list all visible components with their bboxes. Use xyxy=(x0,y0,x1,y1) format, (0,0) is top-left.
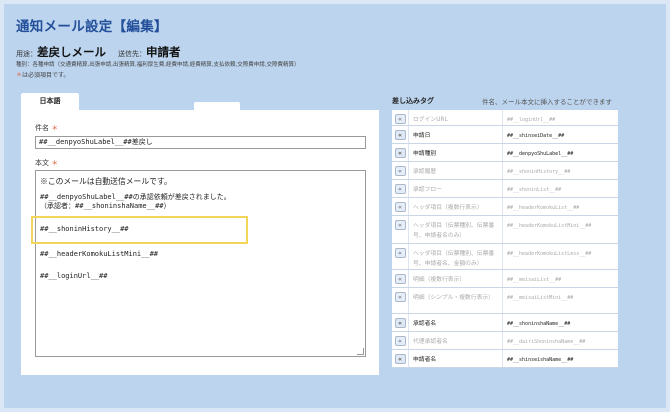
subject-label-row: 件名 ＊ xyxy=(35,123,58,133)
tag-name: 明細（シンプル・複数行表示） xyxy=(408,288,502,313)
insert-tag-button[interactable]: « xyxy=(392,180,408,197)
tag-code: ##__shinseishaName__## xyxy=(502,350,618,367)
body-label: 本文 xyxy=(35,159,49,167)
body-required-mark: ＊ xyxy=(51,159,59,167)
chevrons-left-icon: « xyxy=(394,336,406,346)
body-line: （承認者：##__shoninshaName__##） xyxy=(40,202,171,210)
insert-tag-button[interactable]: « xyxy=(392,350,408,367)
tag-name: ヘッダ項目（複数行表示） xyxy=(408,198,502,215)
insert-tag-button[interactable]: « xyxy=(392,244,408,269)
tag-code: ##__meisaiListMini__## xyxy=(502,288,618,313)
tag-row: «代理承認者名 ##__dairiShoninshaName__## xyxy=(392,332,618,350)
body-line: ##__loginUrl__## xyxy=(40,272,108,280)
tag-row: «承認履歴 ##__shoninHistory__## xyxy=(392,162,618,180)
chevrons-left-icon: « xyxy=(394,292,406,302)
page-title: 通知メール設定【編集】 xyxy=(16,19,168,35)
tag-name: 承認者名 xyxy=(408,314,502,331)
tag-row: «ヘッダ項目（伝票種別、伝票番号、申請者名、金額のみ） ##__headerKom… xyxy=(392,244,618,270)
chevrons-left-icon: « xyxy=(394,130,406,140)
tag-row: «申請日 ##__shinseiDate__## xyxy=(392,126,618,144)
purpose-label: 用途： xyxy=(16,50,37,58)
chevrons-left-icon: « xyxy=(394,248,406,258)
type-line: 種別：各種申請（交通費精算,出張申請,出張精算,福利厚生費,経費申請,経費精算,… xyxy=(16,60,300,68)
tag-name: 承認フロー xyxy=(408,180,502,197)
recipient-value: 申請者 xyxy=(146,45,181,59)
insert-tag-button[interactable]: « xyxy=(392,270,408,287)
tag-code: ##__loginUrl__## xyxy=(502,110,618,125)
tags-title: 差し込みタグ xyxy=(392,97,434,105)
chevrons-left-icon: « xyxy=(394,114,406,124)
subject-input[interactable]: ##__denpyoShuLabel__##差戻し xyxy=(35,136,366,149)
chevrons-left-icon: « xyxy=(394,354,406,364)
insert-tag-button[interactable]: « xyxy=(392,314,408,331)
tag-name: ヘッダ項目（伝票種別、伝票番号、申請者名、金額のみ） xyxy=(408,244,502,269)
subject-label: 件名 xyxy=(35,124,49,132)
tag-row: «ヘッダ項目（伝票種別、伝票番号、申請者名のみ） ##__headerKomoku… xyxy=(392,216,618,244)
tag-code: ##__headerKomokuList__## xyxy=(502,198,618,215)
tag-name: 申請種別 xyxy=(408,144,502,161)
chevrons-left-icon: « xyxy=(394,274,406,284)
subject-required-mark: ＊ xyxy=(51,124,59,132)
tag-name: ヘッダ項目（伝票種別、伝票番号、申請者名のみ） xyxy=(408,216,502,243)
tab-japanese[interactable]: 日本語 xyxy=(21,93,79,110)
tag-row: «申請者名 ##__shinseishaName__## xyxy=(392,350,618,368)
body-line: ※このメールは自動送信メールです。 xyxy=(40,177,172,186)
tab-secondary[interactable] xyxy=(194,102,240,110)
tag-code: ##__shoninHistory__## xyxy=(502,162,618,179)
chevrons-left-icon: « xyxy=(394,148,406,158)
body-textarea[interactable]: ※このメールは自動送信メールです。 ##__denpyoShuLabel__##… xyxy=(35,170,366,357)
chevrons-left-icon: « xyxy=(394,202,406,212)
tag-row: «明細（複数行表示） ##__meisaiList__## xyxy=(392,270,618,288)
tag-row: «申請種別 ##__denpyoShuLabel__## xyxy=(392,144,618,162)
tag-code: ##__dairiShoninshaName__## xyxy=(502,332,618,349)
type-label: 種別： xyxy=(16,62,33,68)
insert-tag-button[interactable]: « xyxy=(392,288,408,313)
highlight-box xyxy=(31,216,248,244)
tag-code: ##__denpyoShuLabel__## xyxy=(502,144,618,161)
tag-name: 明細（複数行表示） xyxy=(408,270,502,287)
insert-tag-button[interactable]: « xyxy=(392,216,408,243)
chevrons-left-icon: « xyxy=(394,184,406,194)
tag-name: 代理承認者名 xyxy=(408,332,502,349)
insert-tag-button[interactable]: « xyxy=(392,110,408,125)
tag-code: ##__meisaiList__## xyxy=(502,270,618,287)
chevrons-left-icon: « xyxy=(394,318,406,328)
body-label-row: 本文 ＊ xyxy=(35,158,58,168)
purpose-value: 差戻しメール xyxy=(37,45,106,59)
chevrons-left-icon: « xyxy=(394,166,406,176)
tag-code: ##__shoninshaName__## xyxy=(502,314,618,331)
recipient-label: 送信先： xyxy=(118,50,146,58)
tag-row: «明細（シンプル・複数行表示） ##__meisaiListMini__## xyxy=(392,288,618,314)
tag-name: 申請者名 xyxy=(408,350,502,367)
tag-row: «承認者名 ##__shoninshaName__## xyxy=(392,314,618,332)
body-line: ##__headerKomokuListMini__## xyxy=(40,250,159,258)
insert-tag-button[interactable]: « xyxy=(392,162,408,179)
tag-code: ##__headerKomokuListLess__## xyxy=(502,244,618,269)
chevrons-left-icon: « xyxy=(394,220,406,230)
tag-code: ##__headerKomokuListMini__## xyxy=(502,216,618,243)
resize-handle[interactable] xyxy=(357,348,364,355)
insert-tag-button[interactable]: « xyxy=(392,126,408,143)
tag-row: «ヘッダ項目（複数行表示） ##__headerKomokuList__## xyxy=(392,198,618,216)
tag-row: «承認フロー ##__shoninList__## xyxy=(392,180,618,198)
tag-code: ##__shinseiDate__## xyxy=(502,126,618,143)
tag-name: 申請日 xyxy=(408,126,502,143)
page: 通知メール設定【編集】 用途：差戻しメール 送信先：申請者 種別：各種申請（交通費… xyxy=(4,4,666,408)
required-note-text: は必須項目です。 xyxy=(22,72,70,79)
tag-name: 承認履歴 xyxy=(408,162,502,179)
purpose-line: 用途：差戻しメール 送信先：申請者 xyxy=(16,44,181,60)
tag-row: «ログインURL ##__loginUrl__## xyxy=(392,110,618,126)
required-note: ＊は必須項目です。 xyxy=(16,70,69,79)
insert-tag-button[interactable]: « xyxy=(392,198,408,215)
tag-code: ##__shoninList__## xyxy=(502,180,618,197)
insert-tag-button[interactable]: « xyxy=(392,332,408,349)
tag-name: ログインURL xyxy=(408,110,502,125)
tags-note: 件名、メール本文に挿入することができます xyxy=(482,98,612,106)
insert-tag-button[interactable]: « xyxy=(392,144,408,161)
type-value: 各種申請（交通費精算,出張申請,出張精算,福利厚生費,経費申請,経費精算,支払依… xyxy=(32,62,300,68)
